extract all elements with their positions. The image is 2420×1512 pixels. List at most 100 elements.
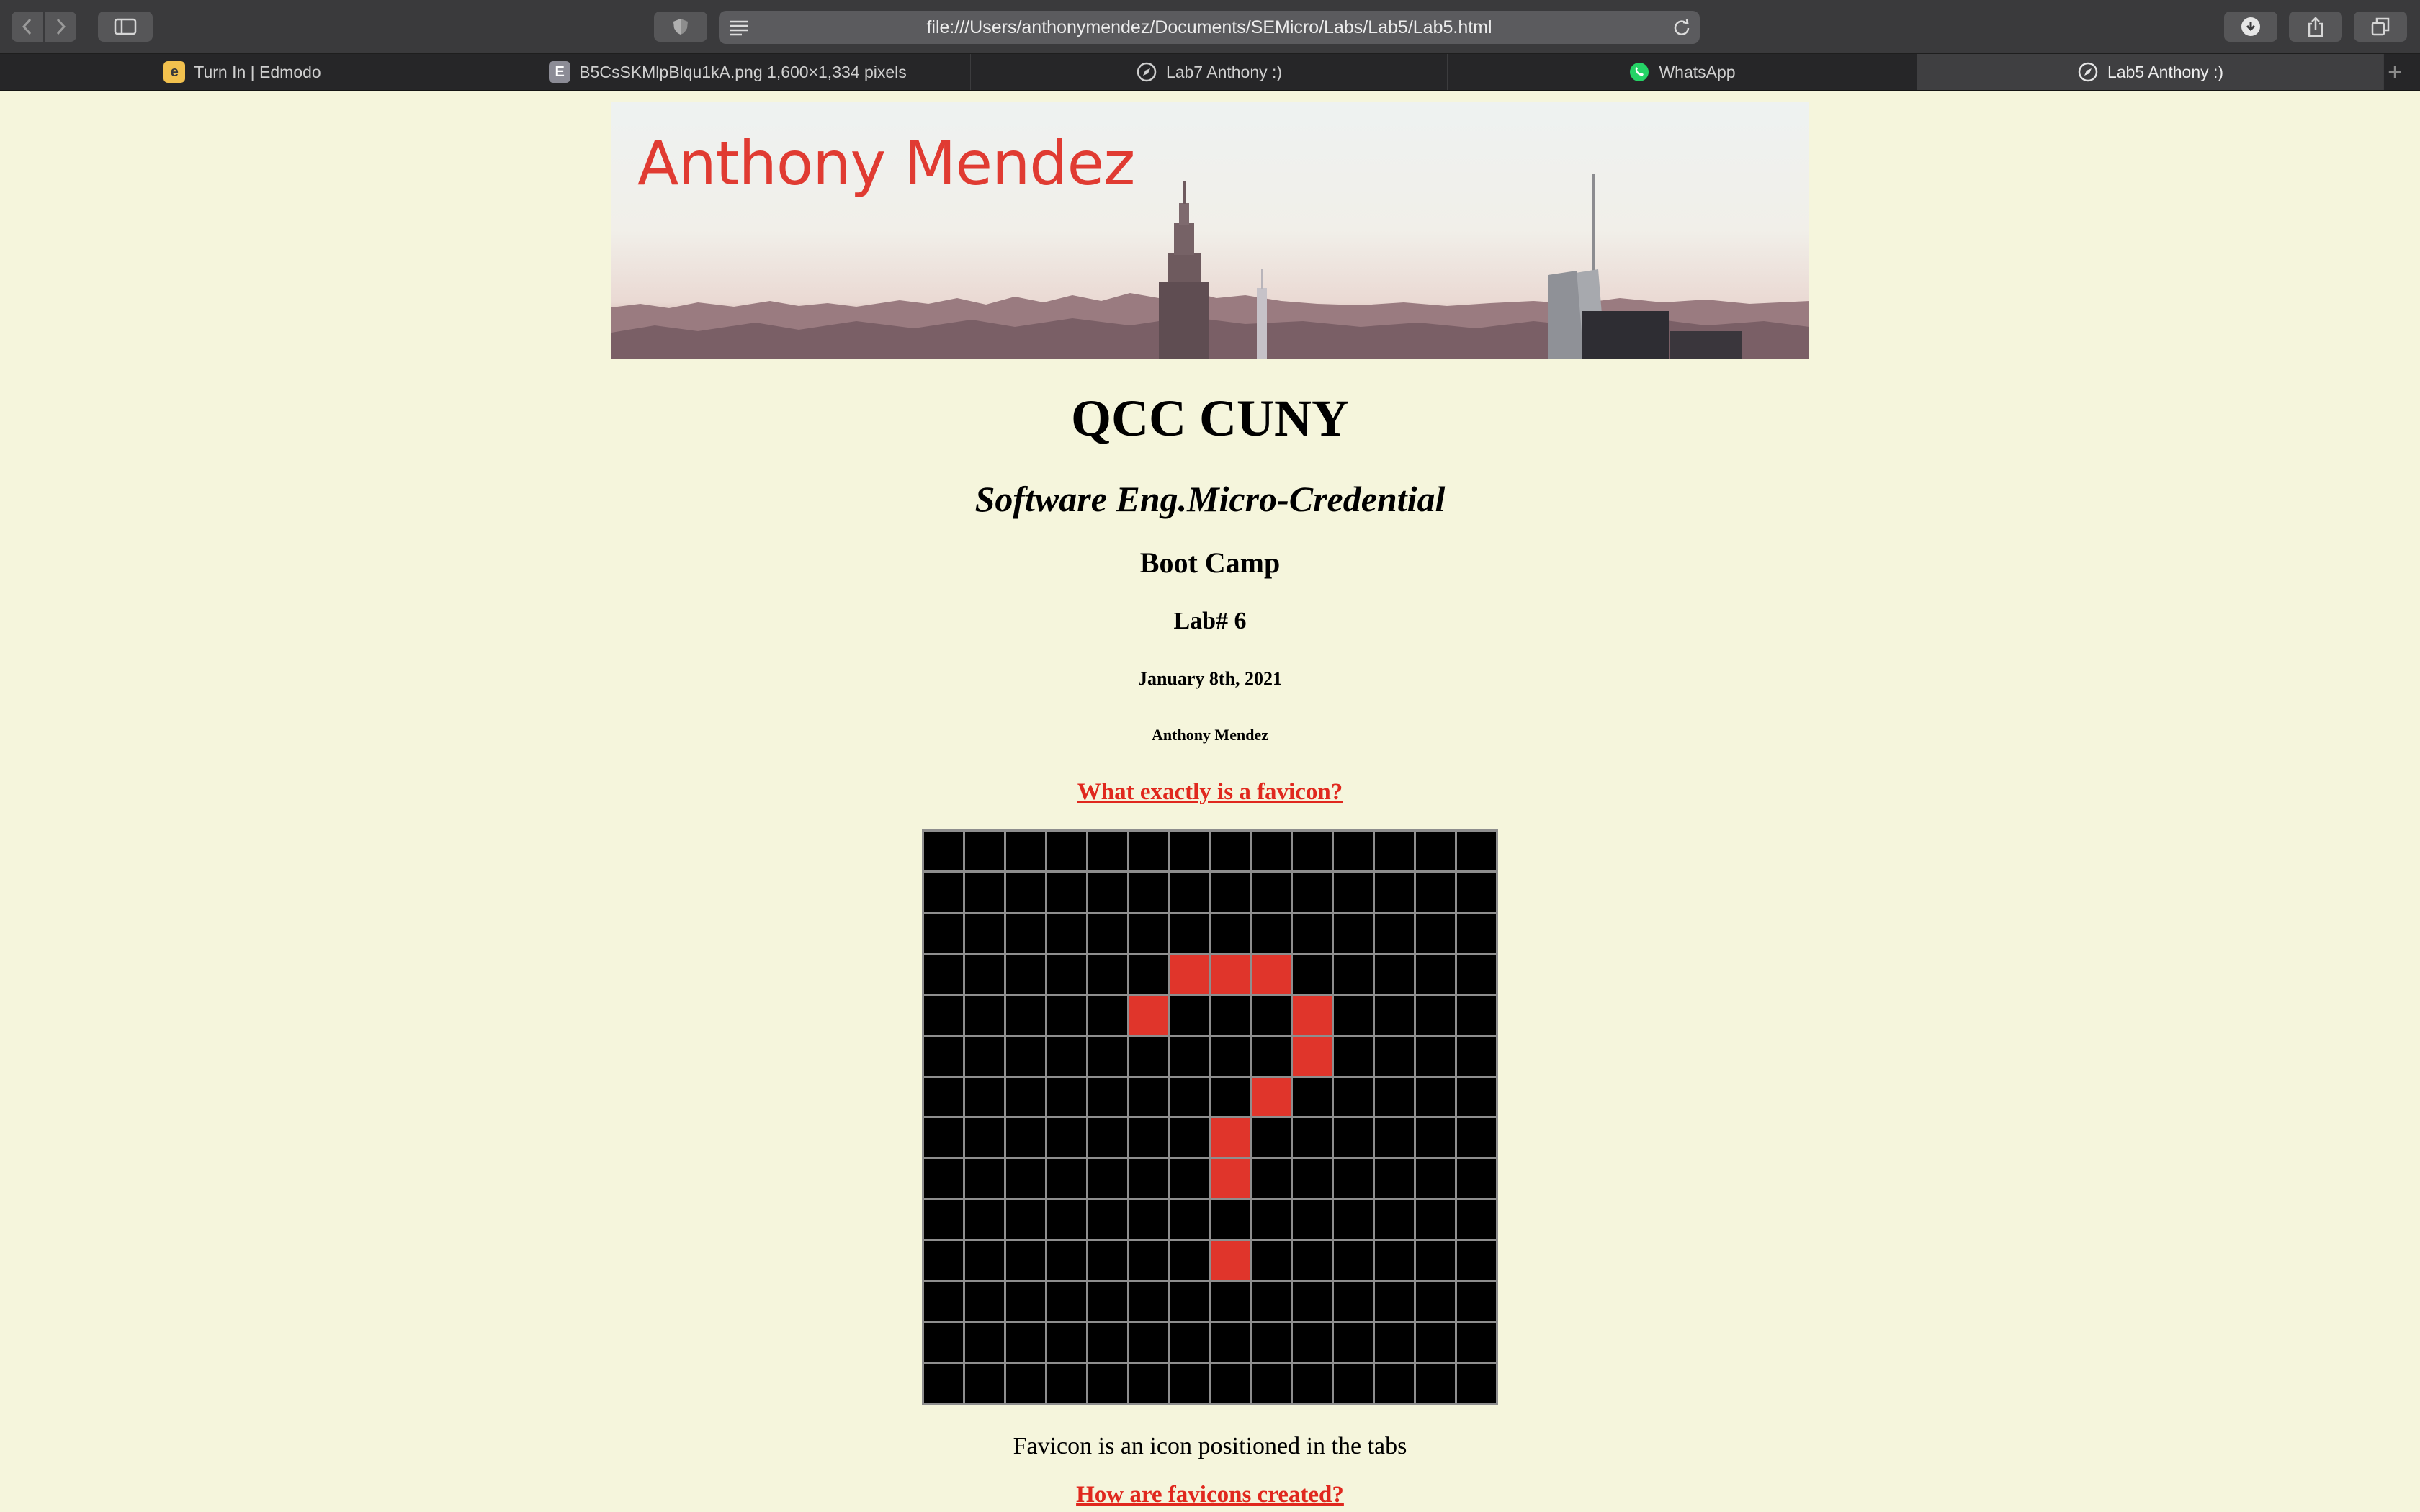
grid-cell — [1293, 1159, 1332, 1199]
grid-cell — [1129, 1036, 1168, 1076]
grid-cell — [1129, 913, 1168, 953]
grid-cell — [1457, 995, 1496, 1035]
page-subtitle: Software Eng.Micro-Credential — [974, 479, 1446, 519]
grid-cell — [1293, 832, 1332, 870]
tab-label: Lab7 Anthony :) — [1165, 62, 1283, 81]
grid-cell — [1088, 1241, 1127, 1281]
grid-cell — [1170, 1241, 1209, 1281]
grid-cell — [1252, 1159, 1291, 1199]
tab-lab5[interactable]: Lab5 Anthony :) — [1917, 54, 2384, 90]
banner-name: Anthony Mendez — [637, 128, 1135, 199]
tab-label: WhatsApp — [1659, 62, 1736, 81]
grid-cell — [1005, 872, 1045, 912]
grid-cell — [964, 1036, 1004, 1076]
tab-overview-button[interactable] — [2354, 12, 2407, 42]
grid-cell — [924, 1241, 963, 1281]
grid-cell — [1457, 1241, 1496, 1281]
grid-cell — [1005, 832, 1045, 870]
page-title: QCC CUNY — [1071, 390, 1349, 447]
grid-cell — [1293, 954, 1332, 994]
grid-cell — [964, 954, 1004, 994]
grid-cell — [1170, 1036, 1209, 1076]
grid-cell — [1334, 913, 1373, 953]
favicon-question-link-row: What exactly is a favicon? — [0, 779, 2420, 806]
grid-cell — [1170, 1159, 1209, 1199]
downloads-button[interactable] — [2224, 12, 2277, 42]
grid-cell — [1211, 1036, 1250, 1076]
sidebar-toggle-button[interactable] — [98, 12, 153, 42]
boot-camp-heading: Boot Camp — [1139, 546, 1281, 579]
grid-cell — [1005, 1159, 1045, 1199]
sidebar-icon — [114, 18, 137, 35]
grid-cell-red — [1293, 995, 1332, 1035]
grid-cell — [1047, 913, 1086, 953]
grid-cell — [1334, 1159, 1373, 1199]
grid-cell — [1088, 913, 1127, 953]
tab-edmodo[interactable]: e Turn In | Edmodo — [0, 54, 485, 90]
grid-cell — [1088, 1036, 1127, 1076]
grid-cell — [1293, 1241, 1332, 1281]
what-is-favicon-link[interactable]: What exactly is a favicon? — [1077, 779, 1343, 805]
share-button[interactable] — [2289, 12, 2342, 42]
grid-cell — [1252, 1364, 1291, 1403]
grid-cell — [1170, 1118, 1209, 1158]
address-bar[interactable]: file:///Users/anthonymendez/Documents/SE… — [719, 11, 1700, 44]
grid-cell — [1047, 872, 1086, 912]
grid-cell — [1334, 1364, 1373, 1403]
grid-cell — [1416, 1323, 1456, 1363]
grid-cell — [1457, 1282, 1496, 1322]
grid-cell — [1293, 1077, 1332, 1117]
grid-cell — [924, 832, 963, 870]
grid-cell — [1211, 832, 1250, 870]
tab-label: Lab5 Anthony :) — [2107, 62, 2224, 81]
back-button[interactable] — [12, 12, 43, 42]
grid-cell-red — [1129, 995, 1168, 1035]
grid-cell — [964, 1364, 1004, 1403]
grid-cell — [1457, 872, 1496, 912]
grid-cell — [1211, 1200, 1250, 1240]
privacy-shield-button[interactable] — [654, 12, 707, 42]
whatsapp-icon — [1628, 61, 1650, 83]
reload-icon[interactable] — [1672, 18, 1691, 37]
grid-cell — [1416, 995, 1456, 1035]
tab-image[interactable]: E B5CsSKMlpBlqu1kA.png 1,600×1,334 pixel… — [485, 54, 971, 90]
grid-cell — [1129, 1077, 1168, 1117]
grid-cell — [1005, 995, 1045, 1035]
grid-cell — [1334, 1200, 1373, 1240]
tab-lab7[interactable]: Lab7 Anthony :) — [971, 54, 1448, 90]
grid-cell — [1129, 1118, 1168, 1158]
grid-cell — [1416, 1159, 1456, 1199]
grid-cell — [1375, 1364, 1415, 1403]
tab-whatsapp[interactable]: WhatsApp — [1448, 54, 1917, 90]
grid-cell — [964, 1282, 1004, 1322]
grid-cell — [1129, 832, 1168, 870]
grid-cell — [964, 1323, 1004, 1363]
grid-cell — [1334, 954, 1373, 994]
grid-cell-red — [1211, 954, 1250, 994]
grid-cell — [1416, 832, 1456, 870]
grid-cell — [1375, 1323, 1415, 1363]
forward-button[interactable] — [45, 12, 76, 42]
grid-cell — [1211, 1323, 1250, 1363]
grid-cell — [1047, 954, 1086, 994]
grid-cell — [1129, 872, 1168, 912]
grid-cell-red — [1211, 1159, 1250, 1199]
grid-cell — [1416, 954, 1456, 994]
how-favicons-created-link[interactable]: How are favicons created? — [1076, 1482, 1344, 1508]
grid-cell — [1334, 1282, 1373, 1322]
grid-cell — [1211, 913, 1250, 953]
grid-cell — [1293, 872, 1332, 912]
date-heading: January 8th, 2021 — [1137, 668, 1283, 689]
header-banner: Anthony Mendez — [611, 102, 1809, 359]
grid-cell — [1293, 1200, 1332, 1240]
grid-cell — [1047, 1282, 1086, 1322]
new-tab-button[interactable]: + — [2377, 54, 2413, 90]
grid-cell — [1129, 1282, 1168, 1322]
grid-cell — [1088, 872, 1127, 912]
grid-cell — [1416, 1241, 1456, 1281]
grid-cell — [1005, 1036, 1045, 1076]
grid-cell-red — [1170, 954, 1209, 994]
grid-cell — [1252, 1200, 1291, 1240]
grid-cell — [964, 872, 1004, 912]
grid-cell — [1129, 1364, 1168, 1403]
